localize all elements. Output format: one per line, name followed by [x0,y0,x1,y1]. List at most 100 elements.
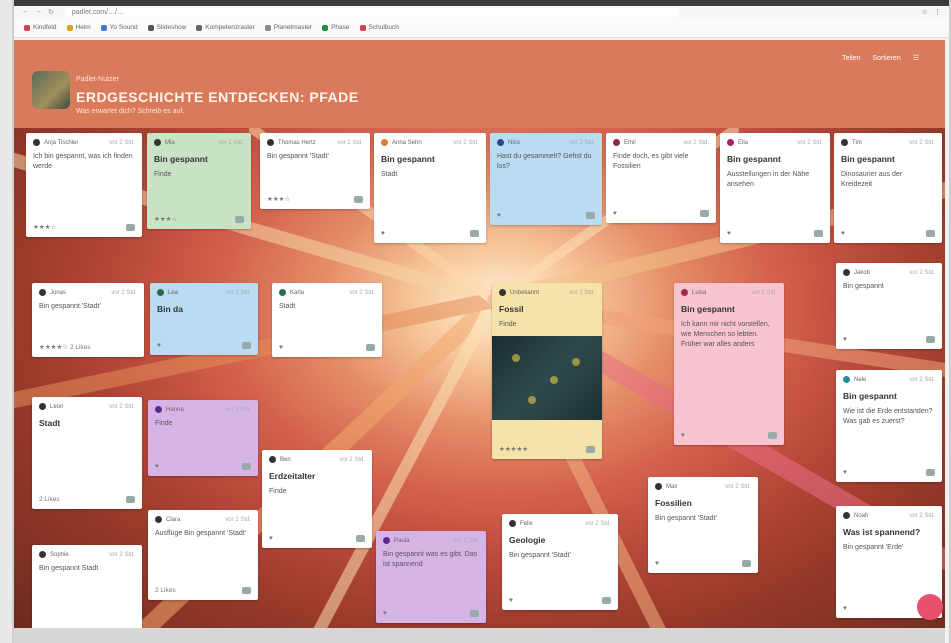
extensions: ☆ ⋮ [922,8,949,16]
bookmark-item[interactable]: Heim [66,24,91,31]
post-title: Bin gespannt [727,154,781,164]
reactions[interactable]: ♥ [841,230,845,237]
post-card[interactable]: Nico vor 2 Std. Hast du gesammelt? Gehst … [490,133,602,225]
reactions[interactable]: ♥ [509,597,513,604]
post-card[interactable]: Ella vor 2 Std. Bin gespannt Ausstellunge… [720,133,830,243]
reactions[interactable]: ★★★☆ [154,215,177,223]
reactions[interactable]: ♥ [157,342,161,349]
post-card[interactable]: Mia vor 2 Std. Bin gespannt Finde ★★★☆ [147,133,251,229]
post-card[interactable]: Tim vor 2 Std. Bin gespannt Dinosaurier a… [834,133,942,243]
post-card[interactable]: Hanna vor 2 Std. Finde ♥ [148,400,258,476]
reactions[interactable]: ♥ [279,344,283,351]
url-field[interactable]: padlet.com/…/… [63,7,680,17]
post-card[interactable]: Karla vor 2 Std. Stadt ♥ [272,283,382,357]
reload-icon[interactable]: ↻ [48,8,54,16]
comment-icon[interactable] [242,587,251,594]
post-card[interactable]: Ben vor 2 Std. Erdzeitalter Finde ♥ [262,450,372,548]
reactions[interactable]: ♥ [269,535,273,542]
comment-icon[interactable] [356,535,365,542]
reactions[interactable]: ★★★☆ [33,223,56,231]
reactions[interactable]: ♥ [843,336,847,343]
post-card[interactable]: Luisa vor 2 Std. Bin gespannt Ich kann mi… [674,283,784,445]
author-name: Jakob [854,269,871,276]
comment-icon[interactable] [700,210,709,217]
comment-icon[interactable] [470,610,479,617]
add-post-button[interactable] [917,594,943,620]
share-button[interactable]: Teilen [842,55,860,62]
post-body: Stadt [381,171,398,178]
comment-icon[interactable] [768,432,777,439]
reactions[interactable]: ♥ [681,432,685,439]
post-card[interactable]: Nele vor 2 Std. Bin gespannt Wie ist die … [836,370,942,482]
comment-icon[interactable] [126,223,135,231]
board-menu-icon[interactable]: ☰ [913,54,919,62]
reactions[interactable]: ♥ [381,230,385,237]
reactions[interactable]: ♥ [613,210,617,217]
comment-icon[interactable] [602,597,611,604]
timestamp: vor 2 Std. [585,520,611,527]
comment-icon[interactable] [926,230,935,237]
post-card[interactable]: Paula vor 2 Std. Bin gespannt was es gibt… [376,531,486,623]
reactions[interactable]: ♥ [655,560,659,567]
bookmark-item[interactable]: Kindfeld [24,24,57,31]
reactions[interactable]: ★★★★☆ 2 Likes [39,343,91,351]
post-card[interactable]: Anna Sehn vor 2 Std. Bin gespannt Stadt ♥ [374,133,486,243]
post-card[interactable]: Jakob vor 2 Std. Bin gespannt ♥ [836,263,942,349]
post-card[interactable]: Max vor 2 Std. Fossilien Bin gespannt 'St… [648,477,758,573]
reactions[interactable]: 2 Likes [155,587,176,594]
post-card[interactable]: Sophie vor 2 Std. Bin gespannt Stadt [32,545,142,635]
author-name: Lea [168,289,179,296]
comment-icon[interactable] [242,463,251,470]
reactions[interactable]: ★★★★★ [499,445,528,453]
reactions[interactable]: ♥ [383,610,387,617]
address-bar[interactable]: ← → ↻ padlet.com/…/… ☆ ⋮ [14,6,949,18]
post-image[interactable] [492,336,602,420]
comment-icon[interactable] [814,230,823,237]
reactions[interactable]: ♥ [497,212,501,219]
bookmark-item[interactable]: Planetmaster [264,24,312,31]
reactions[interactable]: ★★★☆ [267,195,290,203]
sort-button[interactable]: Sortieren [872,55,900,62]
comment-icon[interactable] [586,445,595,453]
post-card[interactable]: Lea vor 2 Std. Bin da ♥ [150,283,258,355]
comment-icon[interactable] [242,342,251,349]
comment-icon[interactable] [235,215,244,223]
bookmark-item[interactable]: Schulbuch [359,24,399,31]
star-icon[interactable]: ☆ [922,8,928,16]
reactions[interactable]: ♥ [843,469,847,476]
comment-icon[interactable] [926,336,935,343]
author-avatar [267,139,274,146]
comment-icon[interactable] [470,230,479,237]
post-card[interactable]: Felix vor 2 Std. Geologie Bin gespannt 'S… [502,514,618,610]
comment-icon[interactable] [354,195,363,203]
reactions[interactable]: ♥ [727,230,731,237]
timestamp: vor 2 Std. [109,403,135,410]
post-card[interactable]: Leon vor 2 Std. Stadt 2 Likes [32,397,142,509]
forward-icon[interactable]: → [35,8,42,16]
bookmark-item[interactable]: Slideshow [147,24,186,31]
post-card[interactable]: Jonas vor 2 Std. Bin gespannt 'Stadt' ★★★… [32,283,144,357]
bookmark-item[interactable]: Kompetenzraster [196,24,255,31]
author-name: Tim [852,139,862,146]
reactions[interactable]: ♥ [843,605,847,612]
comment-icon[interactable] [926,469,935,476]
post-card[interactable]: Emil vor 2 Std. Finde doch, es gibt viele… [606,133,716,223]
back-icon[interactable]: ← [22,8,29,16]
timestamp: vor 2 Std. [725,483,751,490]
reactions[interactable]: 2 Likes [39,496,60,503]
author-avatar [155,406,162,413]
comment-icon[interactable] [586,212,595,219]
comment-icon[interactable] [742,560,751,567]
bookmark-item[interactable]: Phase [322,24,350,31]
post-title: Bin gespannt [841,154,895,164]
author-name: Max [666,483,678,490]
comment-icon[interactable] [126,496,135,503]
post-card[interactable]: Anja Tischler vor 2 Std. Ich bin gespannt… [26,133,142,237]
post-card[interactable]: Thomas Hertz vor 2 Std. Bin gespannt 'Sta… [260,133,370,209]
post-card[interactable]: Clara vor 2 Std. Ausflüge Bin gespannt 'S… [148,510,258,600]
post-card[interactable]: Unbekannt vor 2 Std. Fossil Finde ★★★★★ [492,283,602,459]
reactions[interactable]: ♥ [155,463,159,470]
bookmark-item[interactable]: Yo Sound [100,24,138,31]
menu-icon[interactable]: ⋮ [934,8,941,16]
comment-icon[interactable] [366,344,375,351]
